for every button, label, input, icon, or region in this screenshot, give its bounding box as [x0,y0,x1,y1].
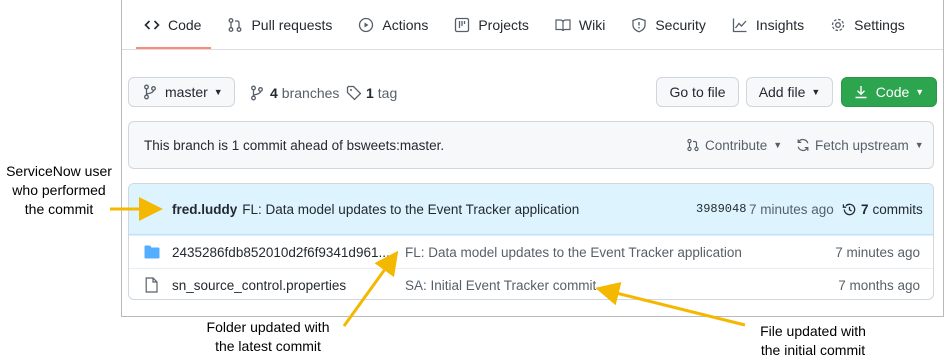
file-commit-message[interactable]: FL: Data model updates to the Event Trac… [405,245,742,260]
book-icon [555,17,571,33]
repository-panel: Code Pull requests Actions Projects Wiki [121,0,944,317]
sync-icon [796,138,810,152]
annotation-user: ServiceNow user who performed the commit [0,162,118,219]
tab-code[interactable]: Code [132,0,215,49]
tab-label: Settings [854,16,905,33]
go-to-file-label: Go to file [669,84,726,100]
code-button-label: Code [875,84,910,100]
tags-count: 1 [366,85,374,101]
repo-tabs: Code Pull requests Actions Projects Wiki [132,0,943,49]
tab-wiki[interactable]: Wiki [543,0,619,49]
commit-message[interactable]: FL: Data model updates to the Event Trac… [242,202,579,217]
pull-request-icon [686,137,700,153]
contribute-button[interactable]: Contribute ▼ [686,137,782,153]
tab-label: Code [168,16,202,33]
branch-select-button[interactable]: master ▼ [128,77,235,107]
tab-label: Insights [755,16,805,33]
tab-settings[interactable]: Settings [818,0,919,49]
code-button[interactable]: Code ▼ [841,77,937,107]
chevron-down-icon: ▼ [915,87,925,97]
file-commit-time: 7 minutes ago [835,244,920,260]
tags-label: tag [377,85,398,101]
annotation-folder: Folder updated with the latest commit [188,318,348,356]
annotation-line: the latest commit [215,338,321,354]
add-file-button[interactable]: Add file ▼ [746,77,833,107]
pull-request-icon [227,17,243,33]
gear-icon [830,17,846,33]
commits-count: 7 [861,201,869,217]
tab-label: Projects [478,16,529,33]
branch-status-banner: This branch is 1 commit ahead of bsweets… [128,121,934,169]
code-icon [144,17,160,33]
play-icon [358,17,374,33]
tab-label: Actions [382,16,429,33]
branch-name: master [165,84,208,100]
commits-label: commits [872,201,923,217]
fetch-upstream-button[interactable]: Fetch upstream ▼ [796,138,924,153]
file-commit-message[interactable]: SA: Initial Event Tracker commit [405,278,596,293]
annotation-line: ServiceNow user [6,163,112,179]
go-to-file-button[interactable]: Go to file [656,77,739,107]
commits-link[interactable]: 7 commits [842,202,923,217]
file-commit-time: 7 months ago [838,277,920,293]
graph-icon [732,17,748,33]
commit-author[interactable]: fred.luddy [172,202,237,217]
tab-insights[interactable]: Insights [720,0,818,49]
add-file-label: Add file [758,84,806,100]
shield-icon [631,17,647,33]
tab-label: Wiki [578,16,606,33]
contribute-label: Contribute [705,137,768,153]
folder-icon [144,245,160,259]
tab-label: Pull requests [251,16,333,33]
branches-count: 4 [270,85,278,101]
file-name[interactable]: sn_source_control.properties [172,278,346,293]
ahead-text: This branch is 1 commit ahead of bsweets… [144,137,445,153]
commit-sha[interactable]: 3989048 [696,202,746,216]
file-name[interactable]: 2435286fdb852010d2f6f9341d961... [172,245,390,260]
tags-link[interactable]: 1 tag [346,85,397,101]
branch-icon [143,84,157,100]
latest-commit-header: fred.luddy FL: Data model updates to the… [129,184,933,235]
annotation-line: the initial commit [760,342,866,358]
branches-label: branches [281,85,340,101]
tag-icon [346,85,362,101]
branch-icon [250,85,264,101]
file-browser: fred.luddy FL: Data model updates to the… [128,183,934,300]
chevron-down-icon: ▼ [773,140,783,150]
annotation-line: the commit [24,201,94,217]
table-icon [454,17,470,33]
file-icon [145,277,158,293]
annotation-line: who performed [12,182,106,198]
file-row[interactable]: sn_source_control.properties SA: Initial… [129,268,933,299]
tabs-divider [122,49,943,50]
branches-link[interactable]: 4 branches [250,85,339,101]
chevron-down-icon: ▼ [213,87,223,97]
annotation-line: Folder updated with [206,319,330,335]
tab-actions[interactable]: Actions [346,0,442,49]
chevron-down-icon: ▼ [914,140,924,150]
tab-projects[interactable]: Projects [442,0,543,49]
tab-pull-requests[interactable]: Pull requests [215,0,346,49]
tab-security[interactable]: Security [619,0,720,49]
fetch-upstream-label: Fetch upstream [815,137,909,153]
history-icon [842,202,857,217]
tab-label: Security [655,16,706,33]
commit-time: 7 minutes ago [749,201,834,217]
file-row[interactable]: 2435286fdb852010d2f6f9341d961... FL: Dat… [129,235,933,268]
chevron-down-icon: ▼ [811,87,821,97]
download-icon [854,84,868,100]
annotation-file: File updated with the initial commit [738,322,888,360]
annotation-line: File updated with [760,323,866,339]
